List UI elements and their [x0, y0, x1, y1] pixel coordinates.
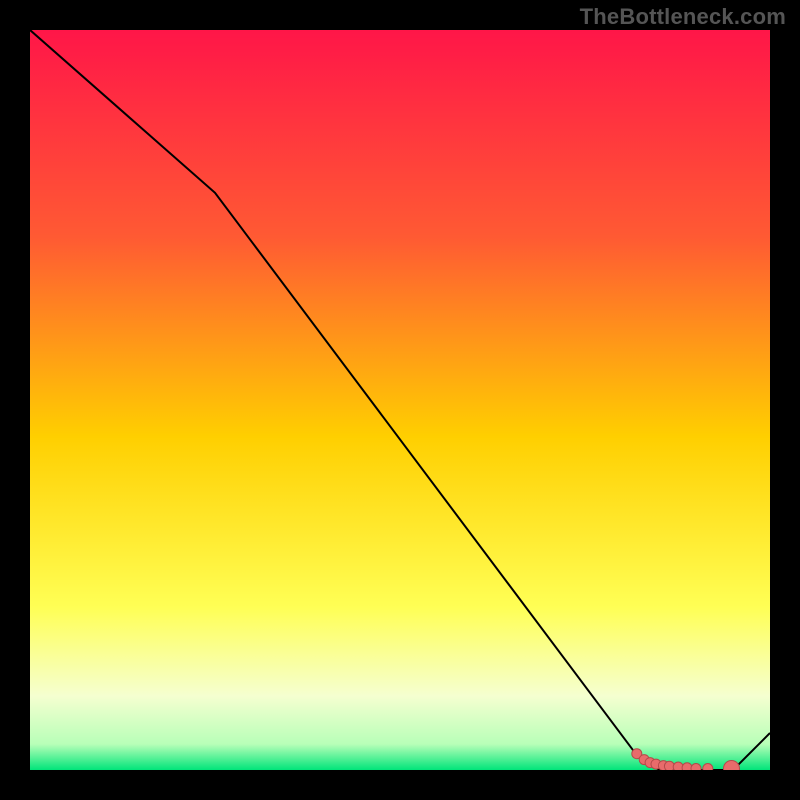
- plot-area: [30, 30, 770, 770]
- bottleneck-line-chart: [30, 30, 770, 770]
- watermark-text: TheBottleneck.com: [580, 4, 786, 30]
- series-marker: [691, 764, 701, 771]
- gradient-background: [30, 30, 770, 770]
- chart-frame: TheBottleneck.com: [0, 0, 800, 800]
- series-marker: [703, 764, 713, 771]
